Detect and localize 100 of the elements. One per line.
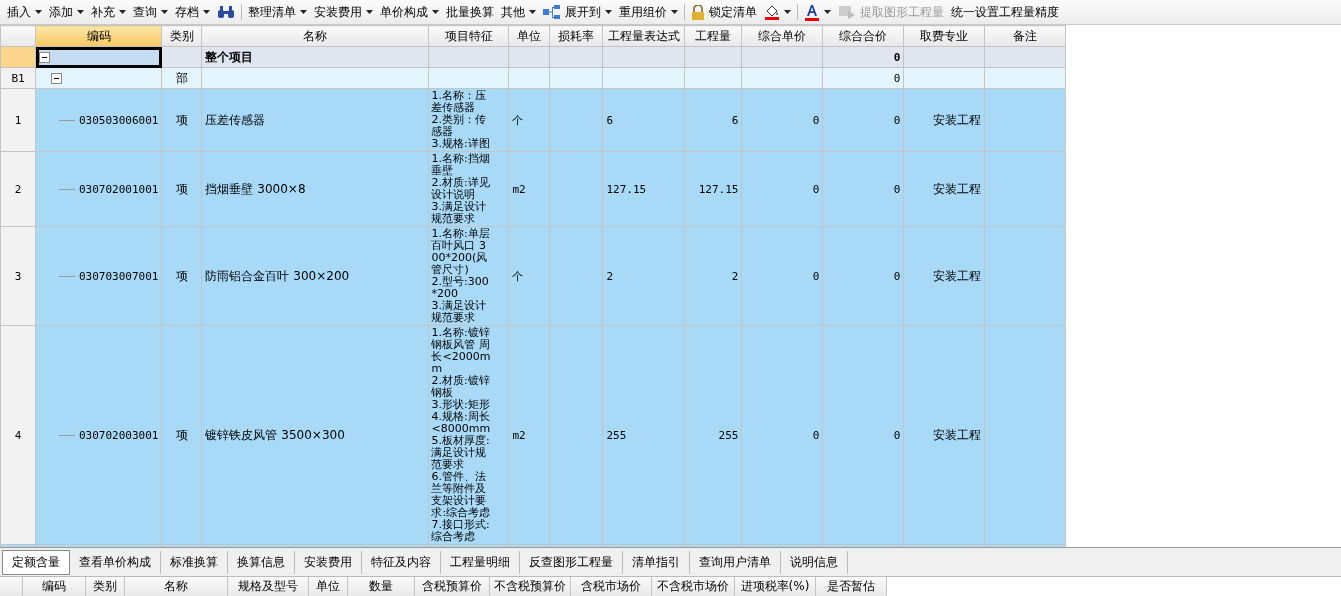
- column-header[interactable]: 名称: [125, 577, 228, 596]
- code-text: 030702001001: [79, 183, 159, 196]
- row-header[interactable]: B1: [0, 67, 36, 89]
- unit-text: 个: [512, 269, 524, 283]
- expression-text: 2: [606, 269, 614, 283]
- name-text: 挡烟垂壁 3000×8: [205, 181, 306, 196]
- row-header[interactable]: 4: [0, 325, 36, 545]
- expression-text: 255: [606, 428, 627, 442]
- column-header[interactable]: 编码: [35, 25, 162, 47]
- panel-tab[interactable]: 查询用户清单: [690, 550, 781, 574]
- feature-line: 2.型号:300*200: [431, 276, 490, 300]
- extract-icon: [838, 5, 856, 19]
- menu-button[interactable]: 插入: [4, 1, 45, 23]
- collapse-icon[interactable]: [51, 73, 62, 84]
- name-text: 防雨铝合金百叶 300×200: [205, 268, 350, 283]
- unit-price-text: 0: [812, 428, 820, 442]
- tree-icon: [543, 5, 561, 19]
- type-text: 项: [176, 181, 188, 196]
- panel-tab[interactable]: 安装费用: [295, 550, 362, 574]
- panel-tab[interactable]: 反查图形工程量: [520, 550, 623, 574]
- caret-icon: [432, 10, 439, 14]
- project-title: 整个项目: [205, 49, 254, 64]
- fill-color-icon: [764, 4, 780, 20]
- feature-line: 4.规格:周长<8000mm: [431, 411, 491, 435]
- panel-tab[interactable]: 特征及内容: [362, 550, 441, 574]
- row-header[interactable]: 3: [0, 226, 36, 326]
- row-header[interactable]: 1: [0, 88, 36, 152]
- column-header[interactable]: 单位: [309, 577, 348, 596]
- column-header[interactable]: 编码: [23, 577, 86, 596]
- toolbar-button[interactable]: 批量换算: [443, 1, 497, 23]
- column-header[interactable]: 不含税市场价: [652, 577, 735, 596]
- menu-button[interactable]: 其他: [498, 1, 539, 23]
- column-header[interactable]: 名称: [202, 25, 429, 47]
- column-header[interactable]: 损耗率: [550, 25, 603, 47]
- feature-line: 2.类别：传感器: [431, 114, 487, 138]
- lock-button[interactable]: 锁定清单: [688, 1, 760, 23]
- column-header[interactable]: 数量: [348, 577, 415, 596]
- menu-button[interactable]: 添加: [46, 1, 87, 23]
- column-header[interactable]: 不含税预算价: [490, 577, 571, 596]
- menu-button[interactable]: 单价构成: [377, 1, 442, 23]
- column-header[interactable]: 类别: [86, 577, 125, 596]
- fee-text: 安装工程: [933, 112, 982, 127]
- column-header[interactable]: 取费专业: [904, 25, 985, 47]
- lock-icon: [691, 4, 705, 20]
- column-header[interactable]: 是否暂估: [816, 577, 887, 596]
- menu-button[interactable]: 重用组价: [616, 1, 681, 23]
- caret-icon: [300, 10, 307, 14]
- type-text: 部: [176, 70, 188, 85]
- panel-tab[interactable]: 清单指引: [623, 550, 690, 574]
- column-header[interactable]: 综合单价: [742, 25, 823, 47]
- collapse-icon[interactable]: [39, 52, 50, 63]
- panel-tab[interactable]: 工程量明细: [441, 550, 520, 574]
- code-text: 030703007001: [79, 270, 159, 283]
- quantity-text: 2: [731, 269, 739, 283]
- column-header[interactable]: 单位: [509, 25, 550, 47]
- column-header[interactable]: 类别: [162, 25, 202, 47]
- column-header[interactable]: 规格及型号: [228, 577, 309, 596]
- menu-button[interactable]: 查询: [130, 1, 171, 23]
- column-header[interactable]: 含税市场价: [571, 577, 652, 596]
- unit-price-text: 0: [812, 113, 820, 127]
- feature-line: 3.形状:矩形: [431, 399, 491, 411]
- menu-button[interactable]: 安装费用: [311, 1, 376, 23]
- column-header[interactable]: 进项税率(%): [735, 577, 816, 596]
- panel-tab[interactable]: 定额含量: [2, 549, 70, 575]
- panel-tab[interactable]: 说明信息: [781, 550, 848, 574]
- menu-button[interactable]: 补充: [88, 1, 129, 23]
- expression-text: 127.15: [606, 182, 647, 196]
- caret-icon: [203, 10, 210, 14]
- feature-line: 2.材质:镀锌钢板: [431, 375, 491, 399]
- feature-line: 7.接口形式:综合考虑: [431, 519, 491, 543]
- unit-text: m2: [512, 182, 526, 196]
- column-header[interactable]: 备注: [985, 25, 1066, 47]
- row-header[interactable]: 2: [0, 151, 36, 227]
- code-text: 030702003001: [79, 429, 159, 442]
- font-color-icon: [804, 3, 820, 21]
- panel-tab[interactable]: 查看单价构成: [70, 550, 161, 574]
- caret-icon: [529, 10, 536, 14]
- column-header[interactable]: 综合合价: [823, 25, 904, 47]
- column-header[interactable]: 项目特征: [429, 25, 509, 47]
- column-header[interactable]: 工程量表达式: [603, 25, 685, 47]
- fee-text: 安装工程: [933, 427, 982, 442]
- column-header[interactable]: 工程量: [685, 25, 742, 47]
- feature-line: 3.满足设计规范要求: [431, 300, 487, 324]
- total-text: 0: [893, 269, 901, 283]
- expression-text: 6: [606, 113, 614, 127]
- feature-line: 3.规格:详图: [431, 138, 491, 150]
- toolbar-button[interactable]: 统一设置工程量精度: [948, 1, 1062, 23]
- total-text: 0: [893, 182, 901, 196]
- feature-line: 6.管件、法兰等附件及支架设计要求:综合考虑: [431, 471, 491, 519]
- menu-button[interactable]: 存档: [172, 1, 213, 23]
- column-header[interactable]: 含税预算价: [415, 577, 490, 596]
- panel-tab[interactable]: 换算信息: [228, 550, 295, 574]
- name-text: 压差传感器: [205, 112, 266, 127]
- caret-icon: [605, 10, 612, 14]
- quantity-text: 6: [731, 113, 739, 127]
- feature-line: 5.板材厚度:满足设计规范要求: [431, 435, 491, 471]
- caret-icon: [119, 10, 126, 14]
- panel-tab[interactable]: 标准换算: [161, 550, 228, 574]
- expand-menu-button[interactable]: 展开到: [540, 1, 615, 23]
- menu-button[interactable]: 整理清单: [245, 1, 310, 23]
